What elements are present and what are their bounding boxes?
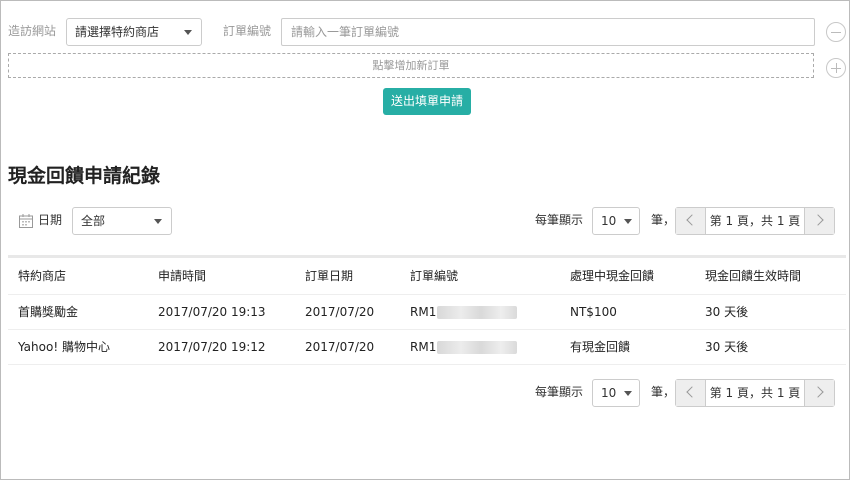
cell-pending-cashback: 有現金回饋	[570, 340, 631, 354]
chevron-down-icon	[624, 219, 632, 224]
cell-apply-time: 2017/07/20 19:12	[158, 340, 266, 354]
date-filter-select[interactable]: 全部	[72, 207, 172, 235]
header-pending-cashback: 處理中現金回饋	[570, 269, 655, 283]
pagination: 第 1 頁，共 1 頁	[675, 379, 835, 407]
chevron-left-icon	[686, 386, 698, 398]
records-table: 特約商店 申請時間 訂單日期 訂單編號 處理中現金回饋 現金回饋生效時間 首購獎…	[8, 255, 846, 365]
header-order-number: 訂單編號	[410, 269, 459, 283]
calendar-icon	[18, 213, 34, 229]
order-number-placeholder: 請輸入一筆訂單編號	[291, 25, 400, 39]
order-number-input[interactable]: 請輸入一筆訂單編號	[281, 18, 815, 46]
add-order-button[interactable]: 點擊增加新訂單	[8, 53, 814, 78]
redacted-order-number	[437, 306, 518, 319]
pagination: 第 1 頁，共 1 頁	[675, 207, 835, 235]
header-order-date: 訂單日期	[305, 269, 354, 283]
per-page-value: 10	[601, 386, 617, 400]
per-page-label: 每筆顯示	[535, 385, 584, 399]
chevron-right-icon	[812, 214, 824, 226]
add-order-icon[interactable]	[826, 58, 846, 78]
cell-order-date: 2017/07/20	[305, 305, 375, 319]
per-page-value: 10	[601, 214, 617, 228]
chevron-left-icon	[686, 214, 698, 226]
header-effective-time: 現金回饋生效時間	[705, 269, 802, 283]
submit-label: 送出填單申請	[390, 94, 463, 108]
cell-order-date: 2017/07/20	[305, 340, 375, 354]
redacted-order-number	[437, 341, 518, 354]
site-label: 造訪網站	[8, 24, 57, 38]
chevron-down-icon	[154, 219, 162, 224]
cell-effective-time: 30 天後	[705, 305, 749, 319]
header-store: 特約商店	[18, 269, 67, 283]
cell-pending-cashback: NT$100	[570, 305, 617, 319]
cell-order-number: RM1	[410, 330, 518, 365]
header-apply-time: 申請時間	[158, 269, 207, 283]
table-row: Yahoo! 購物中心 2017/07/20 19:12 2017/07/20 …	[8, 330, 846, 365]
next-page-button[interactable]	[804, 208, 834, 234]
cell-order-number: RM1	[410, 295, 518, 330]
submit-button[interactable]: 送出填單申請	[383, 88, 471, 115]
per-page-select[interactable]: 10	[592, 379, 640, 407]
page-title: 現金回饋申請紀錄	[8, 165, 161, 187]
table-header-row: 特約商店 申請時間 訂單日期 訂單編號 處理中現金回饋 現金回饋生效時間	[8, 258, 846, 295]
prev-page-button[interactable]	[676, 208, 706, 234]
per-page-label: 每筆顯示	[535, 213, 584, 227]
remove-order-icon[interactable]	[826, 22, 846, 42]
order-number-prefix: RM1	[410, 305, 437, 319]
chevron-down-icon	[184, 30, 192, 35]
store-select[interactable]: 請選擇特約商店	[66, 18, 202, 46]
cell-effective-time: 30 天後	[705, 340, 749, 354]
add-order-label: 點擊增加新訂單	[372, 59, 450, 72]
per-page-select[interactable]: 10	[592, 207, 640, 235]
order-number-prefix: RM1	[410, 340, 437, 354]
order-number-label: 訂單編號	[223, 24, 272, 38]
per-page-unit: 筆，	[651, 213, 676, 227]
table-row: 首購獎勵金 2017/07/20 19:13 2017/07/20 RM1 NT…	[8, 295, 846, 330]
prev-page-button[interactable]	[676, 380, 706, 406]
page-frame: 造訪網站 請選擇特約商店 訂單編號 請輸入一筆訂單編號 點擊增加新訂單 送出填單…	[0, 0, 850, 480]
chevron-down-icon	[624, 391, 632, 396]
cell-apply-time: 2017/07/20 19:13	[158, 305, 266, 319]
cell-store: Yahoo! 購物中心	[18, 340, 110, 354]
page-info: 第 1 頁，共 1 頁	[709, 214, 801, 228]
date-filter-value: 全部	[81, 214, 106, 228]
page-info: 第 1 頁，共 1 頁	[709, 386, 801, 400]
cell-store: 首購獎勵金	[18, 305, 79, 319]
date-label: 日期	[38, 213, 63, 227]
store-select-value: 請選擇特約商店	[75, 25, 160, 39]
chevron-right-icon	[812, 386, 824, 398]
per-page-unit: 筆，	[651, 385, 676, 399]
next-page-button[interactable]	[804, 380, 834, 406]
